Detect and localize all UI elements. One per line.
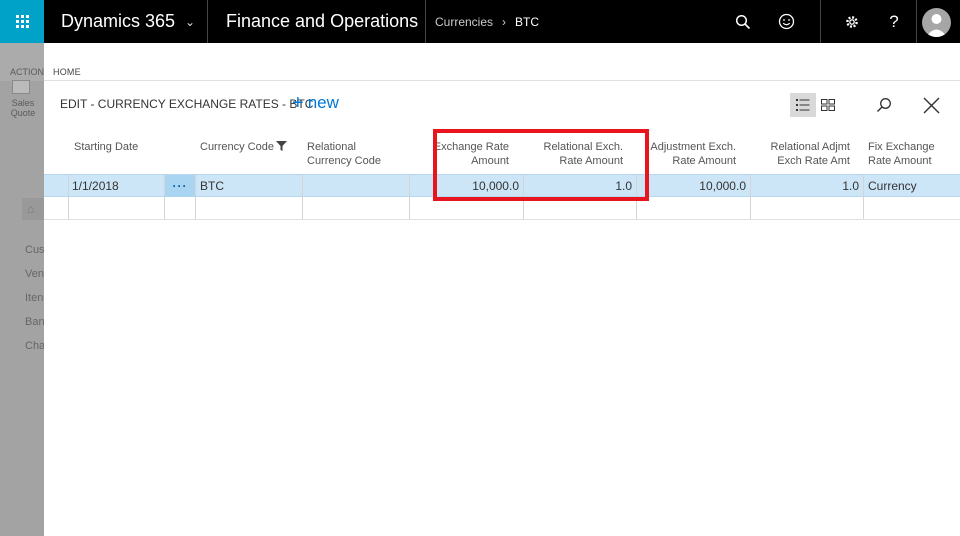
background-nav-item: Iten xyxy=(25,292,44,304)
search-icon xyxy=(877,98,891,112)
breadcrumb-current: BTC xyxy=(515,14,540,29)
adjustment-exch-rate-amount-cell[interactable]: 10,000.0 xyxy=(637,175,751,197)
topbar-divider xyxy=(820,0,821,43)
empty-cell[interactable] xyxy=(751,197,864,219)
column-header-line: Currency Code xyxy=(307,155,381,167)
column-header-line: Adjustment Exch. xyxy=(650,141,736,153)
module-name: Finance and Operations xyxy=(208,0,426,43)
list-view-icon xyxy=(796,99,810,111)
empty-cell[interactable] xyxy=(69,197,165,219)
feedback-button[interactable] xyxy=(766,0,806,43)
app-switcher[interactable]: Dynamics 365 ⌄ xyxy=(44,0,208,43)
breadcrumb: Currencies › BTC xyxy=(435,0,539,43)
page-title: EDIT - CURRENCY EXCHANGE RATES - BTC xyxy=(60,97,314,111)
column-header-line: Relational xyxy=(307,141,356,153)
smiley-icon xyxy=(778,13,794,30)
app-launcher-button[interactable] xyxy=(0,0,44,43)
column-header-line: Exch Rate Amt xyxy=(777,155,850,167)
sales-quote-icon xyxy=(12,80,30,94)
row-more-options-button[interactable]: ··· xyxy=(165,175,196,197)
close-button[interactable] xyxy=(918,93,944,117)
plus-icon: + xyxy=(292,92,304,114)
tab-home[interactable]: HOME xyxy=(53,67,81,77)
empty-cell[interactable] xyxy=(864,197,960,219)
highlight-box xyxy=(433,129,649,201)
relational-currency-code-cell[interactable] xyxy=(303,175,410,197)
starting-date-cell[interactable]: 1/1/2018 xyxy=(69,175,165,197)
empty-cell[interactable] xyxy=(44,197,69,219)
help-button[interactable]: ? xyxy=(874,0,914,43)
background-nav-item: Cus xyxy=(25,244,45,256)
waffle-icon xyxy=(15,15,29,28)
chevron-down-icon: ⌄ xyxy=(185,14,196,29)
gear-icon xyxy=(846,15,858,28)
background-sales-quote-label: Sales Quote xyxy=(10,98,36,118)
column-header-line: Rate Amount xyxy=(868,155,932,167)
column-header-line: Rate Amount xyxy=(672,155,736,167)
empty-cell[interactable] xyxy=(637,197,751,219)
search-button[interactable] xyxy=(723,0,763,43)
user-icon xyxy=(926,14,947,37)
row-selector[interactable] xyxy=(44,175,69,197)
top-navigation-bar: Dynamics 365 ⌄ Finance and Operations Cu… xyxy=(0,0,960,43)
background-nav-item: Ven xyxy=(25,268,44,280)
card-view-button[interactable] xyxy=(815,93,841,117)
new-button[interactable]: + new xyxy=(292,93,339,113)
empty-cell[interactable] xyxy=(196,197,303,219)
fix-exchange-rate-amount-cell[interactable]: Currency xyxy=(864,175,960,197)
app-name: Dynamics 365 xyxy=(61,11,176,31)
filter-icon xyxy=(275,141,287,151)
empty-cell[interactable] xyxy=(165,197,196,219)
edit-currency-exchange-rates-dialog: HOME EDIT - CURRENCY EXCHANGE RATES - BT… xyxy=(44,43,960,536)
breadcrumb-currencies[interactable]: Currencies xyxy=(435,15,493,29)
column-header-line: Fix Exchange xyxy=(868,141,935,153)
action-pane: HOME xyxy=(44,43,960,81)
relational-adjmt-exch-rate-amt-cell[interactable]: 1.0 xyxy=(751,175,864,197)
close-icon xyxy=(923,97,939,113)
background-nav-item: Cha xyxy=(25,340,46,352)
search-button[interactable] xyxy=(871,93,897,117)
home-icon: ⌂ xyxy=(27,202,35,216)
question-mark-icon: ? xyxy=(889,11,899,31)
column-header-line: Relational Adjmt xyxy=(770,141,851,153)
background-action-label: ACTION xyxy=(10,67,45,77)
card-view-icon xyxy=(821,99,835,111)
settings-button[interactable] xyxy=(832,0,872,43)
currency-code-cell[interactable]: BTC xyxy=(196,175,303,197)
chevron-right-icon: › xyxy=(502,14,507,29)
topbar-divider xyxy=(916,0,917,43)
avatar[interactable] xyxy=(922,8,951,37)
new-button-label: new xyxy=(307,93,339,112)
list-view-button[interactable] xyxy=(790,93,816,117)
background-nav-item: Ban xyxy=(25,316,45,328)
empty-cell[interactable] xyxy=(303,197,410,219)
search-icon xyxy=(735,14,751,29)
